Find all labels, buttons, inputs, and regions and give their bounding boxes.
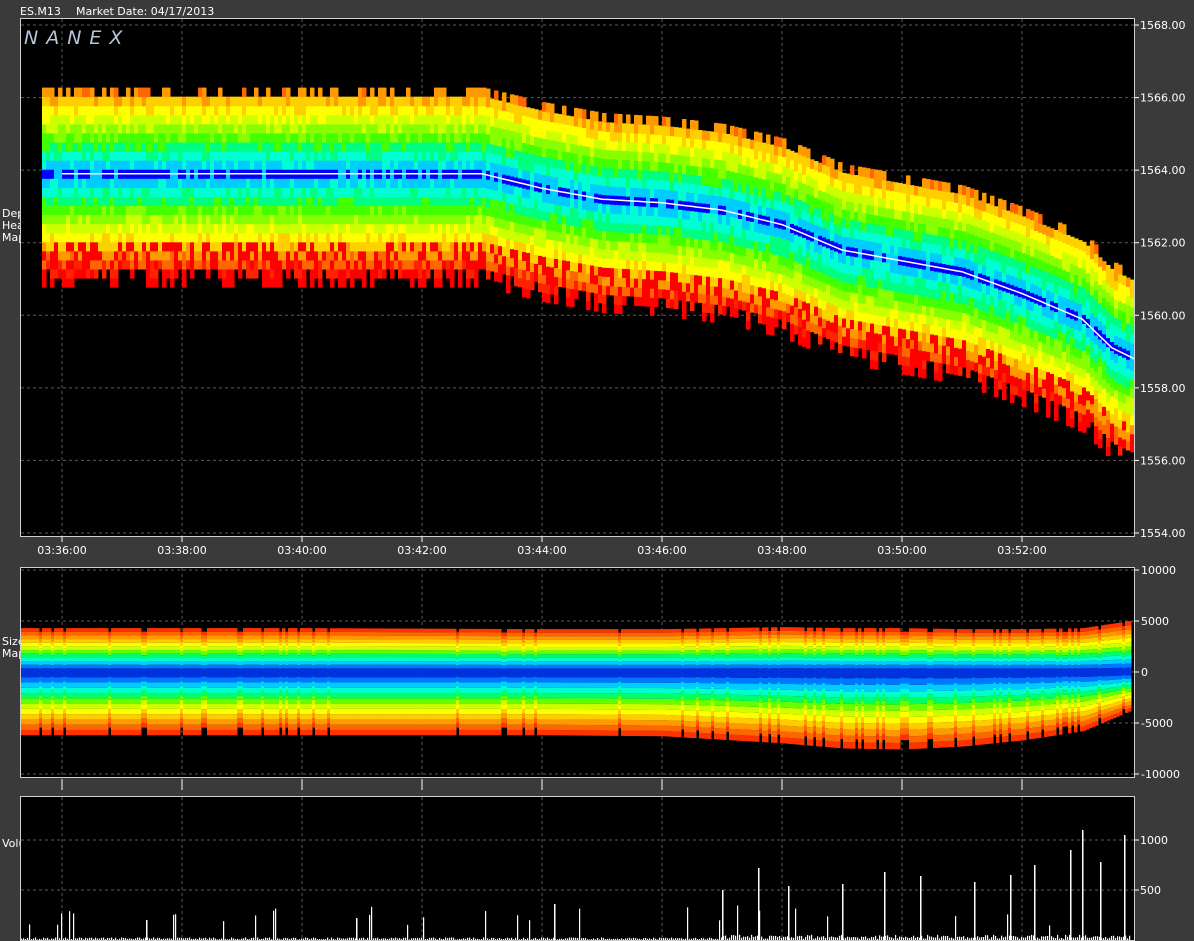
x-tick-label: 03:48:00 [757, 544, 806, 557]
volume-plot [21, 797, 1134, 940]
size-map-panel-label: Size Map [2, 635, 26, 660]
volume-spike [1100, 862, 1102, 940]
volume-spike [1010, 875, 1012, 940]
x-tick-label: 03:44:00 [517, 544, 566, 557]
volume-y-tick-label: 500 [1140, 884, 1161, 897]
size-map-panel [20, 567, 1135, 778]
volume-bars [21, 830, 1131, 940]
volume-panel [20, 796, 1135, 941]
x-tick-label: 03:36:00 [37, 544, 86, 557]
volume-spike [1082, 830, 1084, 940]
volume-spike [146, 920, 148, 940]
volume-spike [1124, 835, 1126, 940]
volume-spike [1070, 850, 1072, 940]
size-y-tick-label: -10000 [1141, 768, 1180, 781]
volume-spike [758, 868, 760, 940]
size-map-plot [21, 568, 1134, 777]
heatmap-y-tick-label: 1568.00 [1140, 19, 1186, 32]
x-tick-label: 03:46:00 [637, 544, 686, 557]
depth-heatmap-plot [21, 19, 1134, 536]
volume-spike [356, 918, 358, 940]
volume-spike [920, 876, 922, 940]
volume-spike [722, 890, 724, 940]
volume-y-tick-label: 1000 [1140, 834, 1168, 847]
heatmap-y-tick-label: 1564.00 [1140, 164, 1186, 177]
x-tick-label: 03:50:00 [877, 544, 926, 557]
volume-spike [788, 886, 790, 940]
heatmap-cells [42, 87, 1134, 457]
symbol-label: ES.M13 [20, 5, 61, 18]
heatmap-panel-label: Depth Heat Map [2, 207, 36, 244]
volume-spike [974, 882, 976, 940]
heatmap-y-tick-label: 1566.00 [1140, 92, 1186, 105]
size-y-tick-label: -5000 [1141, 717, 1173, 730]
x-tick-label: 03:42:00 [397, 544, 446, 557]
volume-panel-label: Volume [2, 838, 43, 850]
x-tick-label: 03:52:00 [997, 544, 1046, 557]
volume-spike [842, 884, 844, 940]
size-y-tick-label: 0 [1141, 666, 1148, 679]
heatmap-y-tick-label: 1556.00 [1140, 454, 1186, 467]
x-tick-label: 03:40:00 [277, 544, 326, 557]
x-tick-label: 03:38:00 [157, 544, 206, 557]
volume-spike [554, 904, 556, 940]
size-map-bands [21, 621, 1132, 750]
heatmap-y-tick-label: 1554.00 [1140, 527, 1186, 540]
size-y-tick-label: 5000 [1141, 615, 1169, 628]
depth-heatmap-panel [20, 18, 1135, 537]
nanex-logo: NANEX [24, 27, 131, 49]
volume-spike [884, 872, 886, 940]
size-y-tick-label: 10000 [1141, 564, 1176, 577]
heatmap-y-tick-label: 1562.00 [1140, 237, 1186, 250]
heatmap-y-tick-label: 1560.00 [1140, 309, 1186, 322]
market-date-label: Market Date: 04/17/2013 [76, 5, 215, 18]
volume-spike [1034, 865, 1036, 940]
heatmap-y-tick-label: 1558.00 [1140, 382, 1186, 395]
